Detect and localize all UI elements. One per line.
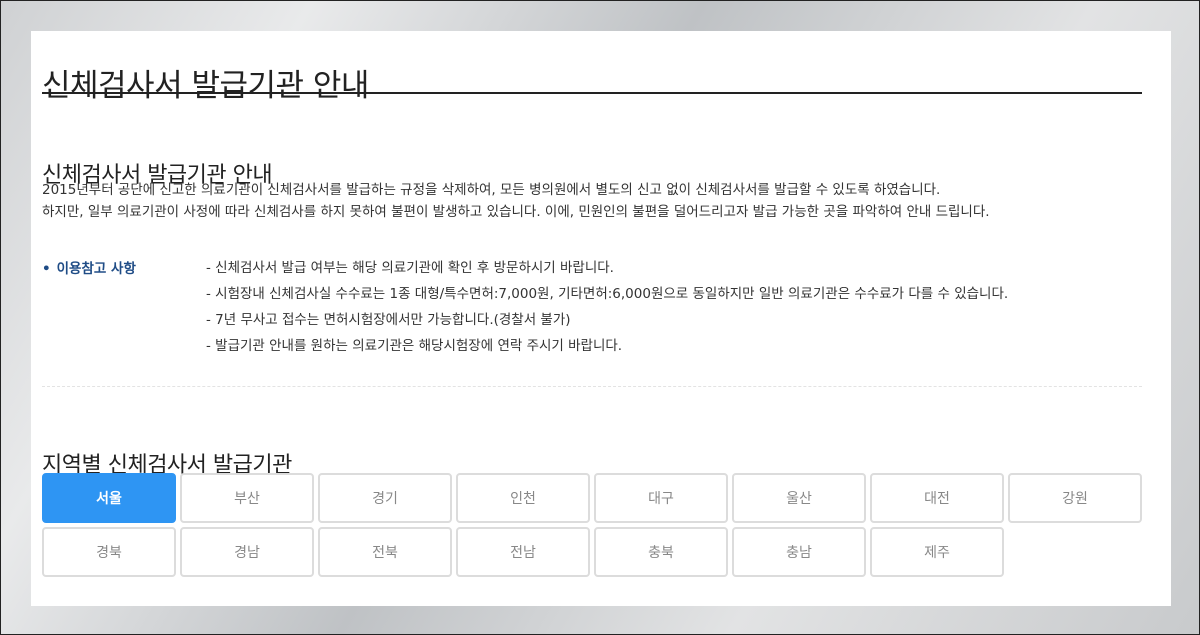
region-button[interactable]: 충북	[594, 527, 728, 577]
note-item: - 7년 무사고 접수는 면허시험장에서만 가능합니다.(경찰서 불가)	[206, 312, 571, 328]
notes-list: - 신체검사서 발급 여부는 해당 의료기관에 확인 후 방문하시기 바랍니다.…	[206, 255, 1008, 359]
region-button[interactable]: 대구	[594, 473, 728, 523]
region-button[interactable]: 경북	[42, 527, 176, 577]
region-button[interactable]: 전남	[456, 527, 590, 577]
region-button[interactable]: 부산	[180, 473, 314, 523]
region-button[interactable]: 충남	[732, 527, 866, 577]
region-button[interactable]: 서울	[42, 473, 176, 523]
section-divider	[42, 386, 1142, 387]
notes-label-text: 이용참고 사항	[56, 261, 136, 277]
region-button[interactable]: 경남	[180, 527, 314, 577]
region-button[interactable]: 경기	[318, 473, 452, 523]
note-item: - 발급기관 안내를 원하는 의료기관은 해당시험장에 연락 주시기 바랍니다.	[206, 338, 623, 354]
intro-text: 2015년부터 공단에 신고한 의료기관이 신체검사서를 발급하는 규정을 삭제…	[42, 179, 990, 223]
region-button[interactable]: 대전	[870, 473, 1004, 523]
content-panel: 신체검사서 발급기관 안내 신체검사서 발급기관 안내 2015년부터 공단에 …	[31, 31, 1171, 606]
notes-label: • 이용참고 사항	[42, 257, 136, 277]
page-title: 신체검사서 발급기관 안내	[42, 67, 369, 104]
intro-line: 하지만, 일부 의료기관이 사정에 따라 신체검사를 하지 못하여 불편이 발생…	[42, 204, 990, 220]
region-button[interactable]: 제주	[870, 527, 1004, 577]
region-button-grid: 서울 부산 경기 인천 대구 울산 대전 강원경북 경남 전북 전남 충북 충남 제주	[42, 473, 1146, 577]
region-button[interactable]: 전북	[318, 527, 452, 577]
region-button[interactable]: 강원	[1008, 473, 1142, 523]
title-divider	[42, 92, 1142, 94]
note-item: - 시험장내 신체검사실 수수료는 1종 대형/특수면허:7,000원, 기타면…	[206, 286, 1009, 302]
region-button[interactable]: 울산	[732, 473, 866, 523]
intro-line: 2015년부터 공단에 신고한 의료기관이 신체검사서를 발급하는 규정을 삭제…	[42, 182, 941, 198]
bullet-icon: •	[42, 261, 51, 277]
note-item: - 신체검사서 발급 여부는 해당 의료기관에 확인 후 방문하시기 바랍니다.	[206, 260, 614, 276]
region-button[interactable]: 인천	[456, 473, 590, 523]
